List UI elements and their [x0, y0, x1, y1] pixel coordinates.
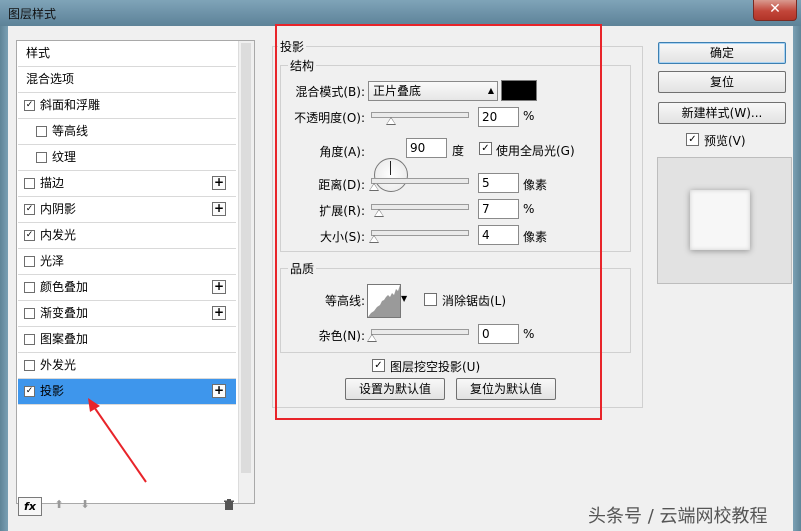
style-item-checkbox[interactable]: [24, 308, 35, 319]
style-item-label: 内发光: [40, 228, 77, 242]
style-item-label: 混合选项: [26, 72, 75, 86]
style-list-item[interactable]: 外发光: [18, 353, 236, 379]
style-item-checkbox[interactable]: ✓: [24, 100, 35, 111]
style-list-item[interactable]: 光泽: [18, 249, 236, 275]
window-frame-right: [793, 26, 801, 531]
style-list-item[interactable]: 等高线: [18, 119, 236, 145]
add-effect-plus-icon[interactable]: +: [212, 384, 226, 398]
move-down-icon[interactable]: ⬇: [79, 499, 91, 511]
style-list-item[interactable]: 混合选项: [18, 67, 236, 93]
style-list-item[interactable]: 图案叠加: [18, 327, 236, 353]
style-item-label: 渐变叠加: [40, 306, 89, 320]
style-item-checkbox[interactable]: [24, 334, 35, 345]
style-item-label: 投影: [40, 384, 65, 398]
style-list-item[interactable]: 纹理: [18, 145, 236, 171]
add-effect-plus-icon[interactable]: +: [212, 280, 226, 294]
annotation-arrow-icon: [88, 398, 147, 483]
style-item-label: 等高线: [52, 124, 89, 138]
style-list-item[interactable]: ✓ 斜面和浮雕: [18, 93, 236, 119]
preview-swatch: [690, 190, 750, 250]
style-item-checkbox[interactable]: [24, 256, 35, 267]
preview-label: 预览(V): [704, 134, 746, 148]
style-list-item[interactable]: ✓ 内发光: [18, 223, 236, 249]
style-item-label: 图案叠加: [40, 332, 89, 346]
style-item-label: 外发光: [40, 358, 77, 372]
style-item-label: 内阴影: [40, 202, 77, 216]
dialog-client-area: 样式 混合选项 ✓ 斜面和浮雕 等高线 纹理 描边 + ✓ 内阴影 + ✓ 内发光 光泽 颜色叠加 + 渐变叠加…: [8, 24, 793, 531]
style-item-label: 斜面和浮雕: [40, 98, 101, 112]
style-item-checkbox[interactable]: ✓: [24, 386, 35, 397]
layer-style-dialog: 图层样式 ✕ 样式混合选项 ✓ 斜面和浮雕等高线纹理描边 + ✓ 内阴影 + ✓ 内发光光泽颜色…: [0, 0, 801, 531]
add-effect-plus-icon[interactable]: +: [212, 202, 226, 216]
style-list-scrollbar[interactable]: [238, 41, 254, 503]
style-item-checkbox[interactable]: [24, 178, 35, 189]
style-item-checkbox[interactable]: [36, 126, 47, 137]
reset-button[interactable]: 复位: [658, 71, 786, 93]
style-item-checkbox[interactable]: [24, 360, 35, 371]
new-style-button[interactable]: 新建样式(W)...: [658, 102, 786, 124]
style-item-checkbox[interactable]: ✓: [24, 204, 35, 215]
style-list-item[interactable]: ✓ 内阴影 +: [18, 197, 236, 223]
scrollbar-thumb[interactable]: [241, 43, 251, 473]
add-effect-plus-icon[interactable]: +: [212, 306, 226, 320]
style-list-item[interactable]: 样式: [18, 41, 236, 67]
style-preview: [657, 157, 792, 284]
style-item-label: 纹理: [52, 150, 77, 164]
style-item-checkbox[interactable]: [24, 282, 35, 293]
window-frame-left: [0, 26, 8, 531]
window-title: 图层样式: [8, 7, 57, 21]
ok-button[interactable]: 确定: [658, 42, 786, 64]
preview-checkbox[interactable]: ✓: [686, 133, 699, 146]
close-button[interactable]: ✕: [753, 0, 797, 21]
add-effect-plus-icon[interactable]: +: [212, 176, 226, 190]
fx-button[interactable]: fx: [18, 497, 42, 516]
style-item-checkbox[interactable]: [36, 152, 47, 163]
annotation-red-box: [275, 24, 602, 420]
style-list-item[interactable]: 描边 +: [18, 171, 236, 197]
watermark: 头条号 / 云端网校教程: [588, 506, 768, 527]
title-bar[interactable]: 图层样式 ✕: [0, 0, 801, 26]
style-item-label: 描边: [40, 176, 65, 190]
style-item-checkbox[interactable]: ✓: [24, 230, 35, 241]
style-item-label: 颜色叠加: [40, 280, 89, 294]
style-list-item[interactable]: 渐变叠加 +: [18, 301, 236, 327]
style-list-item[interactable]: 颜色叠加 +: [18, 275, 236, 301]
style-item-label: 样式: [26, 46, 51, 60]
trash-icon[interactable]: [223, 499, 235, 511]
style-item-label: 光泽: [40, 254, 65, 268]
move-up-icon[interactable]: ⬆: [53, 499, 65, 511]
